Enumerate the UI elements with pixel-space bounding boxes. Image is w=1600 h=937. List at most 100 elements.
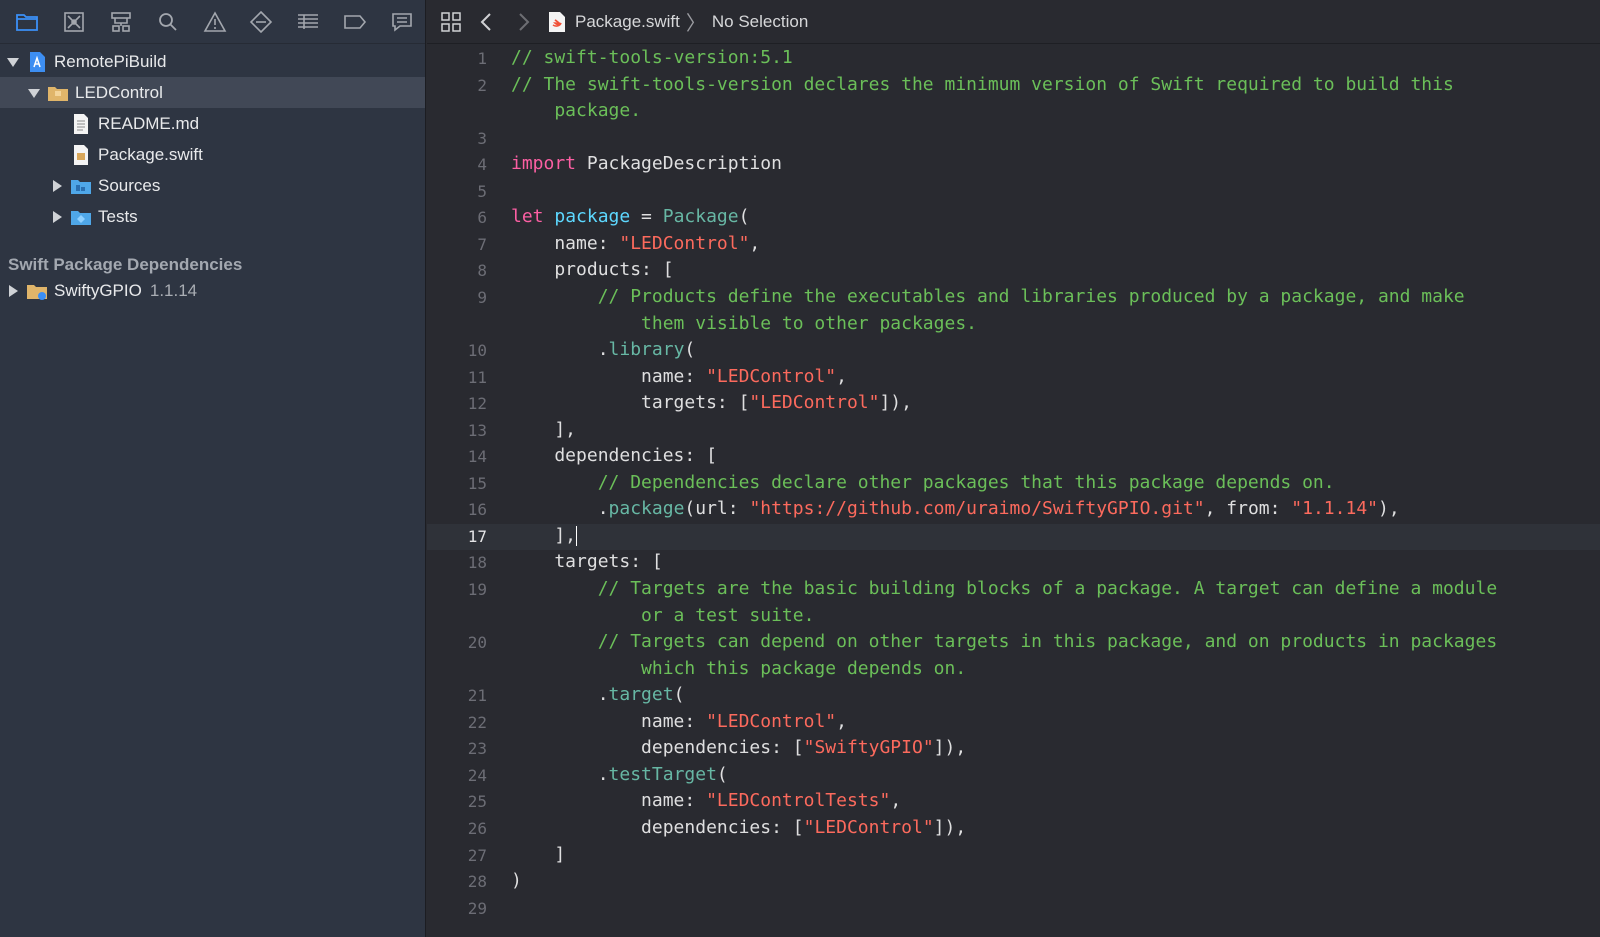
code-line[interactable]: 12 targets: ["LEDControl"]), bbox=[427, 391, 1600, 417]
code-text: // Targets are the basic building blocks… bbox=[511, 578, 1497, 599]
line-number: 3 bbox=[477, 128, 487, 148]
warning-icon[interactable] bbox=[191, 0, 238, 44]
code-token: name: bbox=[511, 232, 620, 254]
code-line[interactable]: 1 // swift-tools-version:5.1 bbox=[427, 46, 1600, 72]
report-bubble-icon[interactable] bbox=[378, 0, 425, 44]
code-line[interactable]: them visible to other packages. bbox=[427, 312, 1600, 338]
line-number: 15 bbox=[467, 473, 487, 493]
code-line[interactable]: 26 dependencies: ["LEDControl"]), bbox=[427, 816, 1600, 842]
code-token: . bbox=[511, 763, 609, 785]
code-token: , bbox=[749, 232, 761, 254]
code-token: // Products define the executables and l… bbox=[511, 285, 1465, 307]
code-line[interactable]: 18 targets: [ bbox=[427, 550, 1600, 576]
code-token: targets: [ bbox=[511, 551, 663, 573]
code-line[interactable]: 2 // The swift-tools-version declares the… bbox=[427, 73, 1600, 99]
code-line[interactable]: 24 .testTarget( bbox=[427, 763, 1600, 789]
code-text: .testTarget( bbox=[511, 764, 728, 785]
code-token: or a test suite. bbox=[511, 604, 815, 626]
file-name: Package.swift bbox=[98, 144, 203, 164]
code-line[interactable]: 10 .library( bbox=[427, 338, 1600, 364]
disclosure-collapsed-icon[interactable] bbox=[6, 284, 20, 298]
search-icon[interactable] bbox=[144, 0, 191, 44]
hierarchy-icon[interactable] bbox=[98, 0, 145, 44]
code-line[interactable]: 20 // Targets can depend on other target… bbox=[427, 630, 1600, 656]
code-line[interactable]: 6 let package = Package( bbox=[427, 205, 1600, 231]
line-number: 24 bbox=[467, 765, 487, 785]
code-text: ) bbox=[511, 870, 522, 891]
code-token: which this package depends on. bbox=[511, 657, 967, 679]
tree-item-package-folder[interactable]: LEDControl bbox=[0, 77, 425, 108]
tree-item-dependency[interactable]: SwiftyGPIO 1.1.14 bbox=[0, 275, 425, 306]
code-token: , bbox=[836, 365, 847, 387]
line-number: 2 bbox=[477, 75, 487, 95]
code-line[interactable]: 21 .target( bbox=[427, 683, 1600, 709]
test-diamond-icon[interactable] bbox=[238, 0, 285, 44]
code-token: // Targets can depend on other targets i… bbox=[511, 631, 1498, 653]
tree-item-readme[interactable]: README.md bbox=[0, 108, 425, 139]
code-line[interactable]: 11 name: "LEDControl", bbox=[427, 365, 1600, 391]
code-line[interactable]: 23 dependencies: ["SwiftyGPIO"]), bbox=[427, 736, 1600, 762]
code-line[interactable]: 25 name: "LEDControlTests", bbox=[427, 789, 1600, 815]
code-line[interactable]: or a test suite. bbox=[427, 604, 1600, 630]
line-number: 19 bbox=[467, 580, 487, 599]
code-text: // The swift-tools-version declares the … bbox=[511, 74, 1454, 95]
code-text: name: "LEDControl", bbox=[511, 233, 760, 254]
code-text: ], bbox=[511, 525, 578, 546]
forward-chevron-icon[interactable] bbox=[505, 0, 541, 44]
line-number: 14 bbox=[467, 447, 487, 467]
code-line[interactable]: which this package depends on. bbox=[427, 657, 1600, 683]
code-token: package bbox=[608, 498, 685, 520]
code-line[interactable]: 17 ], bbox=[427, 523, 1600, 550]
code-line[interactable]: 5 bbox=[427, 179, 1600, 205]
code-line[interactable]: 28) bbox=[427, 869, 1600, 895]
code-line[interactable]: 29 bbox=[427, 896, 1600, 922]
code-line[interactable]: 16 .package(url: "https://github.com/ura… bbox=[427, 497, 1600, 523]
code-token: . bbox=[511, 498, 609, 520]
tree-item-package-swift[interactable]: Package.swift bbox=[0, 139, 425, 170]
code-line[interactable]: 19 // Targets are the basic building blo… bbox=[427, 577, 1600, 603]
breakpoint-tag-icon[interactable] bbox=[331, 0, 378, 44]
line-number: 26 bbox=[467, 818, 487, 838]
tree-item-project[interactable]: RemotePiBuild bbox=[0, 46, 425, 77]
debug-list-icon[interactable] bbox=[285, 0, 332, 44]
disclosure-expanded-icon[interactable] bbox=[6, 55, 20, 69]
code-token: PackageDescription bbox=[576, 153, 782, 175]
code-token: // Targets are the basic building blocks… bbox=[511, 578, 1498, 599]
code-line[interactable]: 27 ] bbox=[427, 843, 1600, 869]
code-token: "LEDControl" bbox=[706, 710, 837, 732]
source-control-icon[interactable] bbox=[51, 0, 98, 44]
code-line[interactable]: 13 ], bbox=[427, 418, 1600, 444]
code-line[interactable]: 3 bbox=[427, 126, 1600, 152]
code-token: ( bbox=[738, 206, 750, 228]
breadcrumb-selection[interactable]: No Selection bbox=[712, 12, 808, 32]
code-line[interactable]: 22 name: "LEDControl", bbox=[427, 710, 1600, 736]
code-text: dependencies: [ bbox=[511, 445, 717, 466]
line-number: 4 bbox=[477, 155, 487, 175]
dependency-name: SwiftyGPIO bbox=[54, 280, 142, 300]
disclosure-collapsed-icon[interactable] bbox=[50, 210, 64, 224]
code-line[interactable]: 7 name: "LEDControl", bbox=[427, 232, 1600, 258]
related-items-grid-icon[interactable] bbox=[433, 0, 469, 44]
code-line[interactable]: package. bbox=[427, 99, 1600, 125]
code-token: "LEDControl" bbox=[749, 392, 880, 414]
source-editor[interactable]: 1 // swift-tools-version:5.1 2 // The swift… bbox=[427, 45, 1600, 937]
tree-item-sources[interactable]: Sources bbox=[0, 170, 425, 201]
code-text: // Dependencies declare other packages t… bbox=[511, 472, 1335, 493]
folder-icon[interactable] bbox=[4, 0, 51, 44]
disclosure-expanded-icon[interactable] bbox=[27, 86, 41, 100]
code-line[interactable]: 9 // Products define the executables and… bbox=[427, 285, 1600, 311]
code-line[interactable]: 4 import PackageDescription bbox=[427, 152, 1600, 178]
code-token: "LEDControl" bbox=[619, 232, 750, 254]
code-line[interactable]: 14 dependencies: [ bbox=[427, 444, 1600, 470]
code-token: ) bbox=[511, 870, 522, 892]
back-chevron-icon[interactable] bbox=[469, 0, 505, 44]
code-text: or a test suite. bbox=[511, 605, 814, 626]
code-token: ], bbox=[511, 418, 577, 440]
breadcrumb-file[interactable]: Package.swift bbox=[547, 11, 680, 33]
line-number: 17 bbox=[467, 526, 487, 546]
code-line[interactable]: 8 products: [ bbox=[427, 258, 1600, 284]
disclosure-collapsed-icon[interactable] bbox=[50, 179, 64, 193]
breadcrumb-separator-icon: 〉 bbox=[685, 13, 706, 35]
tree-item-tests[interactable]: Tests bbox=[0, 201, 425, 232]
code-line[interactable]: 15 // Dependencies declare other package… bbox=[427, 471, 1600, 497]
